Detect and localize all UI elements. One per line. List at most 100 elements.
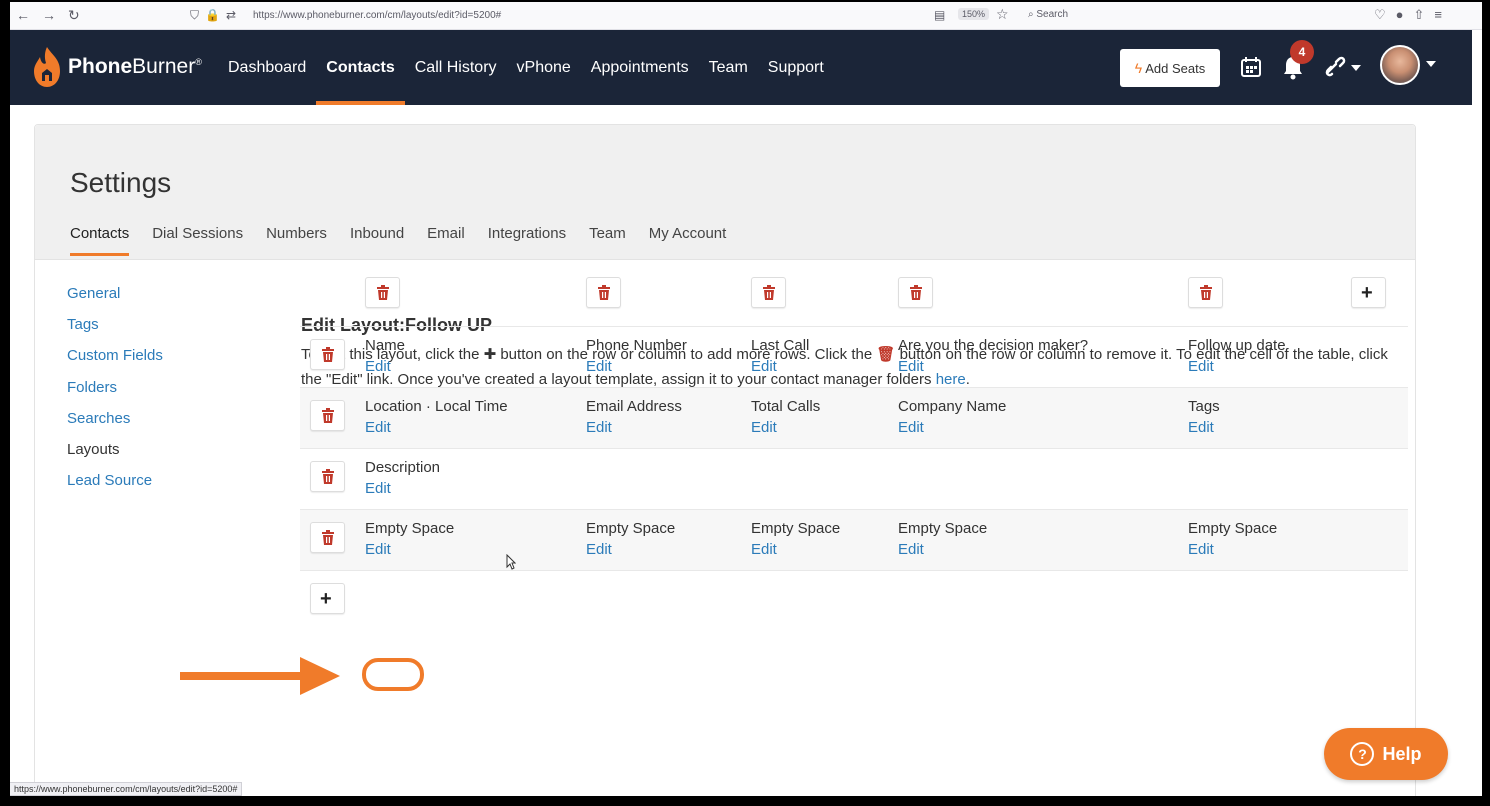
- cell-edit-link[interactable]: Edit: [1188, 541, 1277, 558]
- cell-label: Last Call: [751, 337, 810, 354]
- cell-label: Empty Space: [751, 520, 841, 537]
- help-label: Help: [1382, 743, 1422, 764]
- cell-edit-link[interactable]: Edit: [586, 419, 682, 436]
- tab-integrations[interactable]: Integrations: [488, 225, 566, 256]
- cell-edit-link[interactable]: Edit: [898, 358, 1088, 375]
- cell-label: Are you the decision maker?: [898, 337, 1089, 354]
- link-icon[interactable]: [1322, 54, 1362, 80]
- delete-column-5-button[interactable]: [1188, 277, 1223, 308]
- cell-edit-link[interactable]: Edit: [586, 541, 675, 558]
- browser-status-bar: https://www.phoneburner.com/cm/layouts/e…: [10, 782, 243, 796]
- cell-edit-link[interactable]: Edit: [898, 419, 1006, 436]
- cell-edit-link[interactable]: Edit: [365, 419, 508, 436]
- search-placeholder: Search: [1036, 9, 1069, 20]
- delete-column-3-button[interactable]: [751, 277, 786, 308]
- trash-icon: [597, 285, 611, 301]
- cell-label: Phone Number: [586, 337, 687, 354]
- browser-nav-icons[interactable]: ←→↻: [16, 7, 92, 24]
- notification-badge[interactable]: 4: [1290, 40, 1314, 64]
- cell-label: Empty Space: [1188, 520, 1278, 537]
- table-row: Name Edit Phone Number Edit Last Call Edit …: [300, 327, 1408, 388]
- delete-column-2-button[interactable]: [586, 277, 621, 308]
- settings-sidenav: General Tags Custom Fields Folders Searc…: [67, 285, 163, 503]
- brand-name: PhoneBurner®: [68, 55, 202, 78]
- add-column-button[interactable]: +: [1351, 277, 1386, 308]
- cell-edit-link[interactable]: Edit: [1188, 358, 1286, 375]
- zoom-level[interactable]: 150%: [958, 8, 990, 20]
- tab-my-account[interactable]: My Account: [649, 225, 727, 256]
- delete-column-4-button[interactable]: [898, 277, 933, 308]
- table-row: Location · Local Time Edit Email Address E…: [300, 388, 1408, 449]
- nav-vphone[interactable]: vPhone: [507, 30, 581, 105]
- cell-label: Email Address: [586, 398, 682, 415]
- cell-label: Follow up date: [1188, 337, 1286, 354]
- plus-icon: +: [320, 588, 332, 610]
- table-row: Empty Space Edit Empty Space Edit Empty Sp…: [300, 510, 1408, 571]
- settings-tabs: Contacts Dial Sessions Numbers Inbound E…: [70, 225, 749, 256]
- cell-label: Empty Space: [898, 520, 988, 537]
- question-circle-icon: ?: [1350, 742, 1375, 766]
- cell-edit-link[interactable]: Edit: [365, 480, 440, 497]
- sidenav-general[interactable]: General: [67, 285, 163, 316]
- trash-icon: [1199, 285, 1213, 301]
- bolt-icon: ϟ: [1134, 60, 1143, 76]
- trash-icon: [321, 469, 335, 485]
- nav-contacts[interactable]: Contacts: [316, 30, 406, 105]
- cell-edit-link[interactable]: Edit: [1188, 419, 1220, 436]
- delete-column-1-button[interactable]: [365, 277, 400, 308]
- nav-appointments[interactable]: Appointments: [581, 30, 699, 105]
- delete-row-button[interactable]: [310, 461, 345, 492]
- screen-frame: ←→↻ ⛉🔒⇄ https://www.phoneburner.com/cm/l…: [10, 2, 1482, 796]
- cell-edit-link[interactable]: Edit: [586, 358, 687, 375]
- main-nav: Dashboard Contacts Call History vPhone A…: [218, 30, 834, 105]
- add-row-button[interactable]: +: [310, 583, 345, 614]
- cell-edit-link[interactable]: Edit: [751, 419, 820, 436]
- tab-dial-sessions[interactable]: Dial Sessions: [152, 225, 243, 256]
- nav-call-history[interactable]: Call History: [405, 30, 507, 105]
- tab-contacts[interactable]: Contacts: [70, 225, 130, 256]
- settings-header: Settings Contacts Dial Sessions Numbers …: [35, 125, 1415, 260]
- cell-label: Company Name: [898, 398, 1007, 415]
- browser-search[interactable]: ⌕ Search: [1028, 9, 1068, 20]
- page-title: Settings: [70, 167, 172, 198]
- add-seats-button[interactable]: ϟ Add Seats: [1120, 49, 1220, 87]
- cell-edit-link[interactable]: Edit: [365, 358, 405, 375]
- help-button[interactable]: ? Help: [1324, 728, 1448, 780]
- browser-toolbar: ←→↻ ⛉🔒⇄ https://www.phoneburner.com/cm/l…: [10, 2, 1482, 30]
- sidenav-tags[interactable]: Tags: [67, 316, 163, 347]
- sidenav-searches[interactable]: Searches: [67, 410, 163, 441]
- trash-icon: [321, 347, 335, 363]
- user-avatar[interactable]: [1380, 45, 1420, 85]
- cell-label: Total Calls: [751, 398, 821, 415]
- cell-edit-link[interactable]: Edit: [751, 358, 809, 375]
- sidenav-custom-fields[interactable]: Custom Fields: [67, 347, 163, 378]
- url-bar[interactable]: https://www.phoneburner.com/cm/layouts/e…: [253, 10, 501, 21]
- trash-icon: [762, 285, 776, 301]
- delete-row-button[interactable]: [310, 522, 345, 553]
- bookmark-star-icon[interactable]: ☆: [996, 6, 1009, 23]
- cell-label: Name: [365, 337, 406, 354]
- sidenav-folders[interactable]: Folders: [67, 379, 163, 410]
- calendar-icon[interactable]: [1240, 56, 1262, 78]
- tab-email[interactable]: Email: [427, 225, 465, 256]
- nav-team[interactable]: Team: [699, 30, 758, 105]
- phoneburner-logo[interactable]: PhoneBurner®: [30, 44, 202, 90]
- cell-edit-link[interactable]: Edit: [365, 541, 454, 558]
- sidenav-lead-source[interactable]: Lead Source: [67, 472, 163, 503]
- tab-inbound[interactable]: Inbound: [350, 225, 404, 256]
- cell-edit-link[interactable]: Edit: [751, 541, 840, 558]
- chevron-down-icon[interactable]: [1426, 61, 1436, 67]
- delete-row-button[interactable]: [310, 400, 345, 431]
- sidenav-layouts[interactable]: Layouts: [67, 441, 163, 472]
- tab-numbers[interactable]: Numbers: [266, 225, 327, 256]
- nav-dashboard[interactable]: Dashboard: [218, 30, 316, 105]
- nav-support[interactable]: Support: [758, 30, 834, 105]
- tab-team[interactable]: Team: [589, 225, 626, 256]
- delete-row-button[interactable]: [310, 339, 345, 370]
- cell-label: Location · Local Time: [365, 398, 508, 415]
- app-header: PhoneBurner® Dashboard Contacts Call His…: [10, 30, 1472, 105]
- cell-edit-link[interactable]: Edit: [898, 541, 987, 558]
- reader-icon[interactable]: ▤: [934, 8, 945, 22]
- table-row: Description Edit: [300, 449, 1408, 510]
- browser-tools-icons[interactable]: ♡●⇧≡: [1374, 7, 1452, 23]
